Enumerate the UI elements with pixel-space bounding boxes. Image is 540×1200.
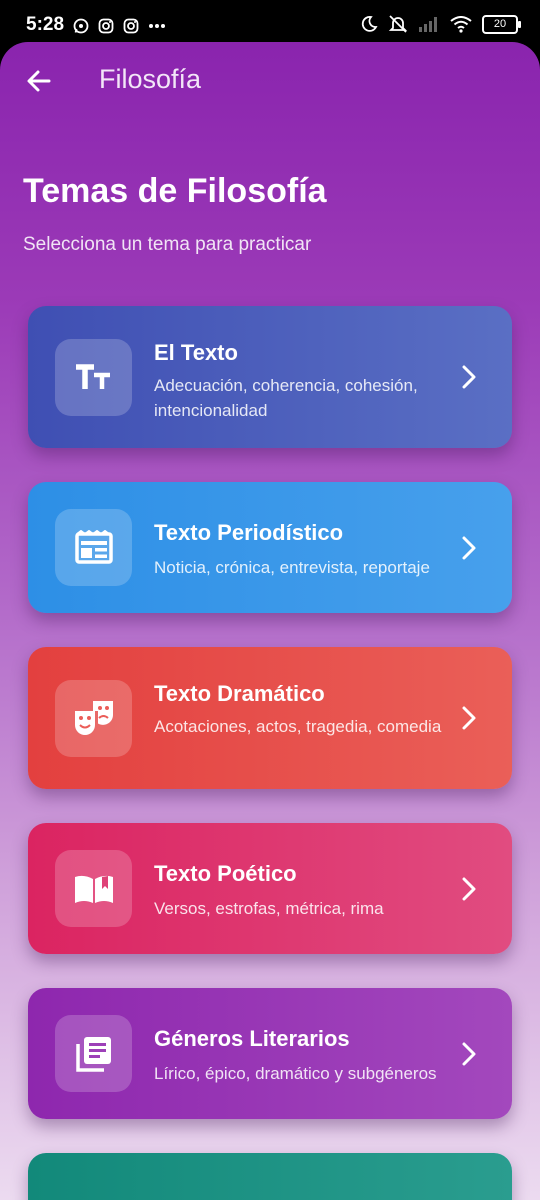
mute-icon: [388, 15, 408, 33]
app-screen: Filosofía Temas de Filosofía Selecciona …: [0, 42, 540, 1200]
topic-icon-box: [55, 680, 132, 757]
app-bar: Filosofía: [0, 42, 540, 122]
newspaper-icon: [74, 529, 113, 564]
topic-card-texto-poetico[interactable]: Texto Poético Versos, estrofas, métrica,…: [28, 823, 512, 954]
instagram-icon: [98, 18, 114, 34]
topic-card-texto-dramatico[interactable]: Texto Dramático Acotaciones, actos, trag…: [28, 647, 512, 789]
topic-description: Noticia, crónica, entrevista, reportaje: [154, 558, 430, 577]
theater-masks-icon: [74, 700, 113, 735]
topic-card-generos-literarios[interactable]: Géneros Literarios Lírico, épico, dramát…: [28, 988, 512, 1119]
topic-description: Acotaciones, actos, tragedia, comedia: [154, 717, 442, 736]
open-book-icon: [74, 875, 113, 903]
instagram-icon: [123, 18, 139, 34]
topic-title: Texto Periodístico: [154, 520, 344, 545]
arrow-left-icon[interactable]: [22, 64, 56, 98]
topic-description: Adecuación, coherencia, cohesión, intenc…: [154, 376, 418, 420]
moon-icon: [361, 16, 378, 32]
whatsapp-icon: [73, 18, 89, 34]
wifi-icon: [450, 15, 472, 33]
chevron-right-icon: [462, 1042, 476, 1066]
status-bar: 5:28 20: [0, 0, 540, 48]
chevron-right-icon: [462, 877, 476, 901]
topic-title: El Texto: [154, 340, 238, 365]
battery-icon: 20: [482, 14, 521, 34]
topic-icon-box: [55, 1015, 132, 1092]
notification-icons: [73, 18, 166, 34]
chevron-right-icon: [462, 706, 476, 730]
topic-description: Versos, estrofas, métrica, rima: [154, 899, 384, 918]
page-title: Temas de Filosofía: [23, 172, 327, 210]
signal-icon: [419, 17, 437, 32]
topic-title: Géneros Literarios: [154, 1026, 350, 1051]
topic-title: Texto Dramático: [154, 681, 325, 706]
topic-description: Lírico, épico, dramático y subgéneros: [154, 1064, 437, 1083]
text-size-icon: [75, 363, 110, 389]
library-books-icon: [75, 1036, 111, 1072]
app-bar-title: Filosofía: [99, 64, 202, 94]
chevron-right-icon: [462, 536, 476, 560]
topic-icon-box: [55, 509, 132, 586]
topic-card-el-texto[interactable]: El Texto Adecuación, coherencia, cohesió…: [28, 306, 512, 448]
system-icons: 20: [360, 14, 521, 34]
topic-card-partial[interactable]: [28, 1153, 512, 1200]
topic-icon-box: [55, 339, 132, 416]
page-subtitle: Selecciona un tema para practicar: [23, 234, 312, 255]
battery-level: 20: [493, 17, 507, 30]
topic-title: Texto Poético: [154, 861, 297, 886]
chevron-right-icon: [462, 365, 476, 389]
more-dots-icon: [149, 24, 165, 28]
topic-icon-box: [55, 850, 132, 927]
topic-card-texto-periodistico[interactable]: Texto Periodístico Noticia, crónica, ent…: [28, 482, 512, 613]
status-time: 5:28: [26, 14, 65, 35]
